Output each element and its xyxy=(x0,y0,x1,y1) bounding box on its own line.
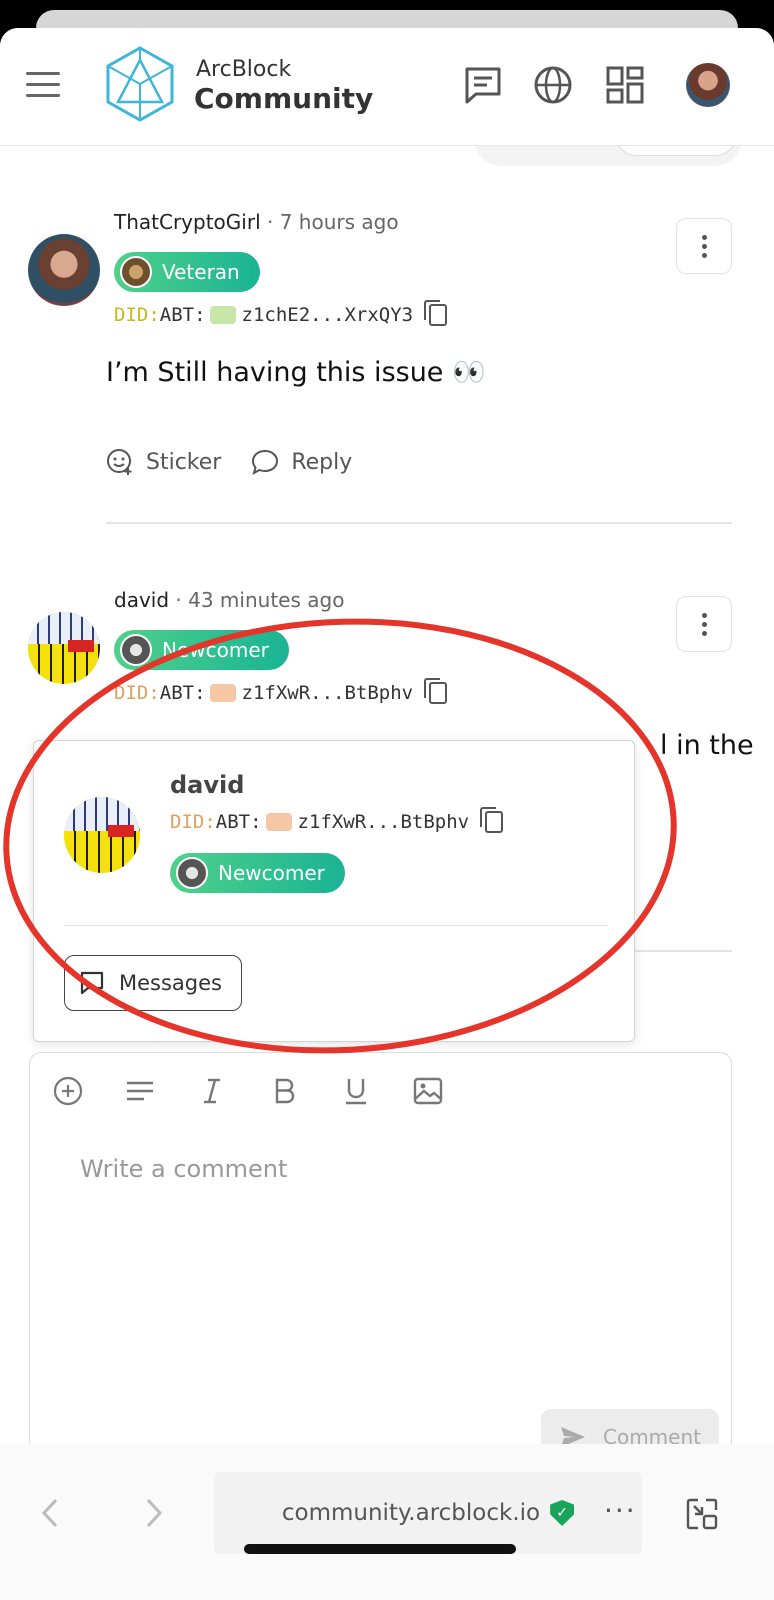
secure-shield-icon: ✓ xyxy=(550,1500,575,1526)
align-icon[interactable] xyxy=(124,1075,156,1107)
popover-did-address: DID: ABT: z1fXwR...BtBphv xyxy=(170,807,504,833)
comment-actions: Sticker Reply xyxy=(106,448,352,476)
address-bar[interactable]: community.arcblock.io ✓ xyxy=(214,1472,642,1554)
reply-button[interactable]: Reply xyxy=(251,448,352,476)
editor-toolbar xyxy=(52,1075,444,1107)
copy-icon[interactable] xyxy=(424,678,448,704)
copy-icon[interactable] xyxy=(424,300,448,326)
messages-button[interactable]: Messages xyxy=(64,955,242,1011)
url-text: community.arcblock.io xyxy=(281,1500,541,1526)
comment-meta: david · 43 minutes ago xyxy=(114,588,344,612)
comment-meta: ThatCryptoGirl · 7 hours ago xyxy=(114,210,399,234)
author-name[interactable]: ThatCryptoGirl xyxy=(114,210,261,234)
sticker-label: Sticker xyxy=(146,449,222,475)
newcomer-medal-icon xyxy=(120,634,152,666)
underline-icon[interactable] xyxy=(340,1075,372,1107)
popover-username[interactable]: david xyxy=(170,771,244,799)
more-menu-button[interactable]: ··· xyxy=(604,1494,637,1527)
popover-avatar[interactable] xyxy=(64,797,140,873)
status-badge: Newcomer xyxy=(114,630,289,670)
did-avatar-icon xyxy=(209,306,236,324)
did-avatar-icon xyxy=(265,813,292,831)
badge-label: Newcomer xyxy=(218,861,325,885)
popover-status-badge: Newcomer xyxy=(170,853,345,893)
did-prefix: DID: xyxy=(170,811,216,833)
apps-grid-icon[interactable] xyxy=(604,64,646,106)
comment-body-partial: l in the xyxy=(660,730,754,761)
bold-icon[interactable] xyxy=(268,1075,300,1107)
home-indicator xyxy=(244,1544,516,1554)
author-avatar[interactable] xyxy=(28,612,100,684)
chat-icon[interactable] xyxy=(462,64,504,106)
copy-icon[interactable] xyxy=(480,807,504,833)
italic-icon[interactable] xyxy=(196,1075,228,1107)
globe-icon[interactable] xyxy=(532,64,574,106)
did-value: z1chE2...XrxQY3 xyxy=(241,304,414,326)
badge-label: Veteran xyxy=(162,260,240,284)
did-prefix: DID: xyxy=(114,682,160,704)
comment-divider xyxy=(634,950,732,952)
comment-divider xyxy=(106,522,732,524)
minimize-window-icon[interactable] xyxy=(684,1496,720,1532)
back-icon[interactable] xyxy=(38,1496,62,1530)
did-address: DID: ABT: z1chE2...XrxQY3 xyxy=(114,300,448,326)
did-chain: ABT: xyxy=(159,682,206,704)
comment-time: · 43 minutes ago xyxy=(175,588,345,612)
comment-time: · 7 hours ago xyxy=(266,210,399,234)
did-avatar-icon xyxy=(209,684,236,702)
menu-icon[interactable] xyxy=(26,72,60,98)
add-circle-icon[interactable] xyxy=(52,1075,84,1107)
messages-label: Messages xyxy=(119,971,222,995)
status-badge: Veteran xyxy=(114,252,260,292)
more-options-button[interactable] xyxy=(676,596,732,652)
did-prefix: DID: xyxy=(114,304,160,326)
comment-body: I’m Still having this issue 👀 xyxy=(106,357,486,388)
comment-editor: Write a comment Comment xyxy=(29,1052,732,1472)
reply-icon xyxy=(252,449,279,476)
sticker-button[interactable]: Sticker xyxy=(106,448,221,476)
comment-input[interactable]: Write a comment xyxy=(80,1155,287,1183)
did-chain: ABT: xyxy=(159,304,206,326)
message-icon xyxy=(80,971,104,995)
forward-icon[interactable] xyxy=(142,1496,166,1530)
browser-sheet: ArcBlock Community ThatCryptoGirl · 7 ho… xyxy=(0,28,774,1600)
user-profile-popover: david DID: ABT: z1fXwR...BtBphv Newcomer… xyxy=(33,740,635,1042)
badge-label: Newcomer xyxy=(162,638,269,662)
browser-bottom-bar: community.arcblock.io ✓ ··· xyxy=(0,1444,774,1600)
arcblock-logo-icon[interactable] xyxy=(104,44,176,124)
more-options-button[interactable] xyxy=(676,218,732,274)
sticker-icon xyxy=(107,449,132,475)
user-avatar[interactable] xyxy=(686,63,730,107)
brand-name-top: ArcBlock xyxy=(196,57,292,82)
newcomer-medal-icon xyxy=(176,857,208,889)
image-icon[interactable] xyxy=(412,1075,444,1107)
author-name[interactable]: david xyxy=(114,588,169,612)
did-address: DID: ABT: z1fXwR...BtBphv xyxy=(114,678,448,704)
did-value: z1fXwR...BtBphv xyxy=(297,811,470,833)
author-avatar[interactable] xyxy=(28,234,100,306)
reply-label: Reply xyxy=(291,449,353,475)
site-header: ArcBlock Community xyxy=(0,28,774,146)
veteran-medal-icon xyxy=(120,256,152,288)
popover-divider xyxy=(64,925,608,926)
did-chain: ABT: xyxy=(215,811,262,833)
did-value: z1fXwR...BtBphv xyxy=(241,682,414,704)
brand-name-bottom: Community xyxy=(194,82,374,115)
